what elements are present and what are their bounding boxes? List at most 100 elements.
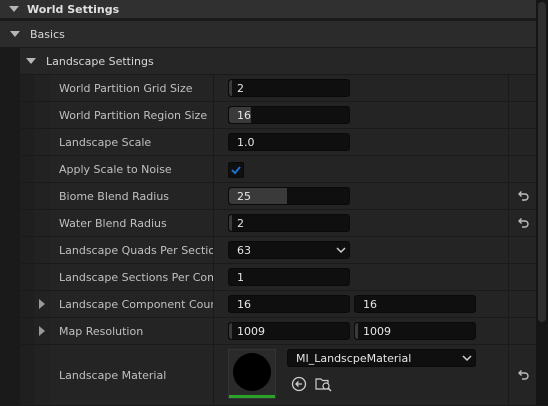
indent-gutter	[20, 156, 35, 182]
landscape-settings-title: Landscape Settings	[46, 54, 154, 68]
property-value-cell	[215, 156, 508, 182]
reset-cell	[508, 183, 537, 209]
expander-gutter	[34, 291, 50, 317]
indent-gutter	[20, 318, 35, 344]
field-value: 16	[363, 297, 377, 311]
expander-gutter	[34, 183, 50, 209]
expander-gutter	[34, 156, 50, 182]
expander-gutter	[34, 264, 50, 290]
indent-gutter	[20, 129, 35, 155]
water-blend-radius-input[interactable]: 2	[228, 214, 350, 232]
indent-gutter	[20, 345, 35, 405]
asset-thumbnail[interactable]	[228, 349, 276, 399]
chevron-right-icon[interactable]	[39, 326, 45, 336]
property-label: Landscape Material	[50, 345, 214, 405]
property-label: Landscape Quads Per Section	[50, 237, 214, 263]
reset-to-default-icon[interactable]	[516, 216, 530, 230]
expander-gutter	[34, 75, 50, 101]
basics-category-title: Basics	[30, 27, 65, 41]
reset-to-default-icon[interactable]	[516, 189, 530, 203]
property-row-landscape-component-count: Landscape Component Count 16 16	[20, 291, 537, 318]
indent-gutter	[20, 210, 35, 236]
property-row-landscape-material: Landscape Material MI_LandscpeMaterial	[20, 345, 537, 406]
chevron-down-icon[interactable]	[9, 6, 19, 12]
reset-cell	[508, 75, 537, 101]
landscape-settings-header[interactable]: Landscape Settings	[20, 48, 536, 75]
property-label: Landscape Sections Per Com...	[50, 264, 214, 290]
field-value: 16	[237, 108, 251, 122]
property-value-cell: 1	[215, 264, 508, 290]
reset-to-default-icon[interactable]	[516, 368, 530, 382]
expander-gutter	[34, 102, 50, 128]
basics-category-header[interactable]: Basics	[0, 21, 536, 48]
property-value-cell: 2	[215, 210, 508, 236]
vertical-scrollbar[interactable]	[536, 0, 548, 405]
indent-gutter	[20, 183, 35, 209]
reset-cell	[508, 345, 537, 405]
property-label: Apply Scale to Noise	[50, 156, 214, 182]
asset-type-color-bar	[229, 395, 275, 398]
landscape-quads-per-section-dropdown[interactable]: 63	[228, 241, 350, 259]
reset-cell	[508, 129, 537, 155]
indent-gutter	[20, 102, 35, 128]
field-value: 25	[237, 189, 251, 203]
property-label: Water Blend Radius	[50, 210, 214, 236]
indent-gutter	[20, 264, 35, 290]
chevron-down-icon[interactable]	[26, 58, 36, 64]
property-label: Map Resolution	[50, 318, 214, 344]
landscape-component-count-y-input[interactable]: 16	[354, 295, 476, 313]
property-row-water-blend-radius: Water Blend Radius 2	[20, 210, 537, 237]
apply-scale-to-noise-checkbox[interactable]	[228, 162, 244, 178]
dropdown-selected-value: 63	[237, 243, 251, 257]
map-resolution-x-input[interactable]: 1009	[228, 322, 350, 340]
reset-cell	[508, 102, 537, 128]
field-value: 1	[237, 270, 244, 284]
property-value-cell: 16 16	[215, 291, 508, 317]
reset-cell	[508, 264, 537, 290]
expander-gutter	[34, 210, 50, 236]
asset-name: MI_LandscpeMaterial	[296, 351, 412, 365]
property-value-cell: 2	[215, 75, 508, 101]
property-row-apply-scale-to-noise: Apply Scale to Noise	[20, 156, 537, 183]
world-settings-header[interactable]: World Settings	[0, 0, 536, 19]
reset-cell	[508, 291, 537, 317]
world-partition-grid-size-input[interactable]: 2	[228, 79, 350, 97]
property-row-world-partition-grid-size: World Partition Grid Size 2	[20, 75, 537, 102]
property-row-landscape-quads-per-section: Landscape Quads Per Section 63	[20, 237, 537, 264]
field-value: 2	[237, 216, 244, 230]
reset-cell	[508, 210, 537, 236]
material-preview-sphere	[233, 353, 271, 391]
checkmark-icon	[231, 166, 241, 175]
landscape-scale-input[interactable]: 1.0	[228, 133, 350, 151]
property-label: World Partition Grid Size	[50, 75, 214, 101]
browse-asset-icon[interactable]	[315, 376, 333, 392]
property-value-cell: 1009 1009	[215, 318, 508, 344]
chevron-down-icon[interactable]	[10, 31, 20, 37]
property-label: Landscape Scale	[50, 129, 214, 155]
property-label: World Partition Region Size	[50, 102, 214, 128]
property-value-cell: MI_LandscpeMaterial	[215, 345, 508, 405]
field-value: 2	[237, 81, 244, 95]
expander-gutter	[34, 345, 50, 405]
landscape-material-asset-picker[interactable]: MI_LandscpeMaterial	[287, 349, 476, 367]
indent-gutter	[20, 237, 35, 263]
use-selected-asset-icon[interactable]	[291, 376, 307, 392]
expander-gutter	[34, 318, 50, 344]
landscape-component-count-x-input[interactable]: 16	[228, 295, 350, 313]
expander-gutter	[34, 237, 50, 263]
field-value: 16	[237, 297, 251, 311]
field-value: 1.0	[237, 135, 255, 149]
chevron-right-icon[interactable]	[39, 299, 45, 309]
landscape-sections-per-component-input[interactable]: 1	[228, 268, 350, 286]
indent-gutter	[20, 75, 35, 101]
biome-blend-radius-input[interactable]: 25	[228, 187, 350, 205]
property-value-cell: 1.0	[215, 129, 508, 155]
property-row-biome-blend-radius: Biome Blend Radius 25	[20, 183, 537, 210]
details-panel: World Settings Basics Landscape Settings…	[0, 0, 537, 406]
scrollbar-thumb[interactable]	[538, 2, 546, 322]
map-resolution-y-input[interactable]: 1009	[354, 322, 476, 340]
indent-gutter	[20, 291, 35, 317]
property-row-landscape-sections-per-component: Landscape Sections Per Com... 1	[20, 264, 537, 291]
world-partition-region-size-input[interactable]: 16	[228, 106, 350, 124]
property-value-cell: 63	[215, 237, 508, 263]
